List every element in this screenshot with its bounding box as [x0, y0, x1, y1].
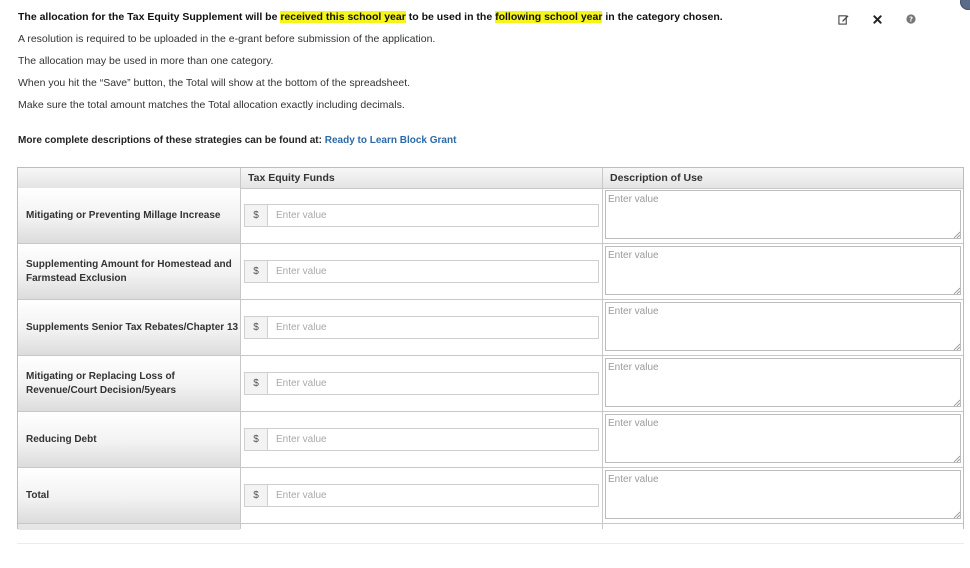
resize-handle-icon[interactable]: [953, 511, 960, 518]
table-row: Supplements Senior Tax Rebates/Chapter 1…: [18, 300, 963, 356]
currency-addon: $: [245, 261, 268, 282]
header-tax-equity-funds: Tax Equity Funds: [248, 172, 335, 184]
currency-addon: $: [245, 373, 268, 394]
table-row: Mitigating or Preventing Millage Increas…: [18, 188, 963, 244]
currency-addon: $: [245, 205, 268, 226]
amount-field: $: [244, 260, 599, 283]
currency-addon: $: [245, 317, 268, 338]
help-icon[interactable]: ?: [894, 12, 928, 26]
column-divider: [240, 168, 241, 529]
resize-handle-icon[interactable]: [953, 287, 960, 294]
row-label: Mitigating or Preventing Millage Increas…: [18, 188, 240, 243]
description-input[interactable]: [605, 190, 961, 239]
description-input[interactable]: [605, 246, 961, 295]
total-row: Total $: [18, 468, 963, 524]
header-description: Description of Use: [610, 172, 703, 184]
notice-text-1: The allocation for the Tax Equity Supple…: [18, 11, 281, 23]
currency-addon: $: [245, 429, 268, 450]
footer-divider: [17, 543, 964, 544]
description-input[interactable]: [605, 414, 961, 463]
row-label: Supplementing Amount for Homestead and F…: [18, 244, 240, 299]
table-header: Tax Equity Funds Description of Use: [18, 168, 963, 189]
row-label: Reducing Debt: [18, 412, 240, 467]
amount-input[interactable]: [268, 205, 598, 226]
allocation-table: Tax Equity Funds Description of Use Miti…: [17, 167, 964, 530]
more-descriptions: More complete descriptions of these stra…: [18, 135, 456, 146]
instruction-line: The allocation may be used in more than …: [18, 55, 274, 67]
resize-handle-icon[interactable]: [953, 231, 960, 238]
allocation-notice: The allocation for the Tax Equity Supple…: [18, 11, 723, 23]
amount-input[interactable]: [268, 317, 598, 338]
amount-input[interactable]: [268, 429, 598, 450]
edit-icon[interactable]: [826, 12, 860, 26]
column-divider: [602, 168, 603, 529]
notice-text-3: in the category chosen.: [602, 11, 723, 23]
svg-text:?: ?: [909, 16, 913, 24]
resize-handle-icon[interactable]: [953, 399, 960, 406]
instruction-line: A resolution is required to be uploaded …: [18, 33, 436, 45]
close-icon[interactable]: [860, 12, 894, 26]
row-label: Mitigating or Replacing Loss of Revenue/…: [18, 356, 240, 411]
table-bottom-strip: [18, 524, 963, 530]
corner-badge-icon: [960, 0, 970, 10]
resize-handle-icon[interactable]: [953, 343, 960, 350]
currency-addon: $: [245, 485, 268, 506]
table-row: Supplementing Amount for Homestead and F…: [18, 244, 963, 300]
amount-input[interactable]: [268, 373, 598, 394]
ready-to-learn-link[interactable]: Ready to Learn Block Grant: [325, 135, 457, 146]
total-amount-field: $: [244, 484, 599, 507]
table-row: Mitigating or Replacing Loss of Revenue/…: [18, 356, 963, 412]
amount-field: $: [244, 316, 599, 339]
description-input[interactable]: [605, 302, 961, 351]
table-row: Reducing Debt $: [18, 412, 963, 468]
row-label: Supplements Senior Tax Rebates/Chapter 1…: [18, 300, 240, 355]
more-descriptions-text: More complete descriptions of these stra…: [18, 135, 325, 146]
description-input[interactable]: [605, 358, 961, 407]
instruction-line: Make sure the total amount matches the T…: [18, 99, 405, 111]
amount-input[interactable]: [268, 261, 598, 282]
amount-field: $: [244, 204, 599, 227]
resize-handle-icon[interactable]: [953, 455, 960, 462]
amount-field: $: [244, 428, 599, 451]
panel-toolbar: ?: [826, 12, 928, 26]
highlight-received: received this school year: [280, 11, 406, 23]
total-description-input[interactable]: [605, 470, 961, 519]
notice-text-2: to be used in the: [405, 11, 496, 23]
amount-field: $: [244, 372, 599, 395]
total-amount-input[interactable]: [268, 485, 598, 506]
total-label: Total: [18, 468, 240, 523]
instruction-line: When you hit the “Save” button, the Tota…: [18, 77, 411, 89]
highlight-following: following school year: [495, 11, 603, 23]
